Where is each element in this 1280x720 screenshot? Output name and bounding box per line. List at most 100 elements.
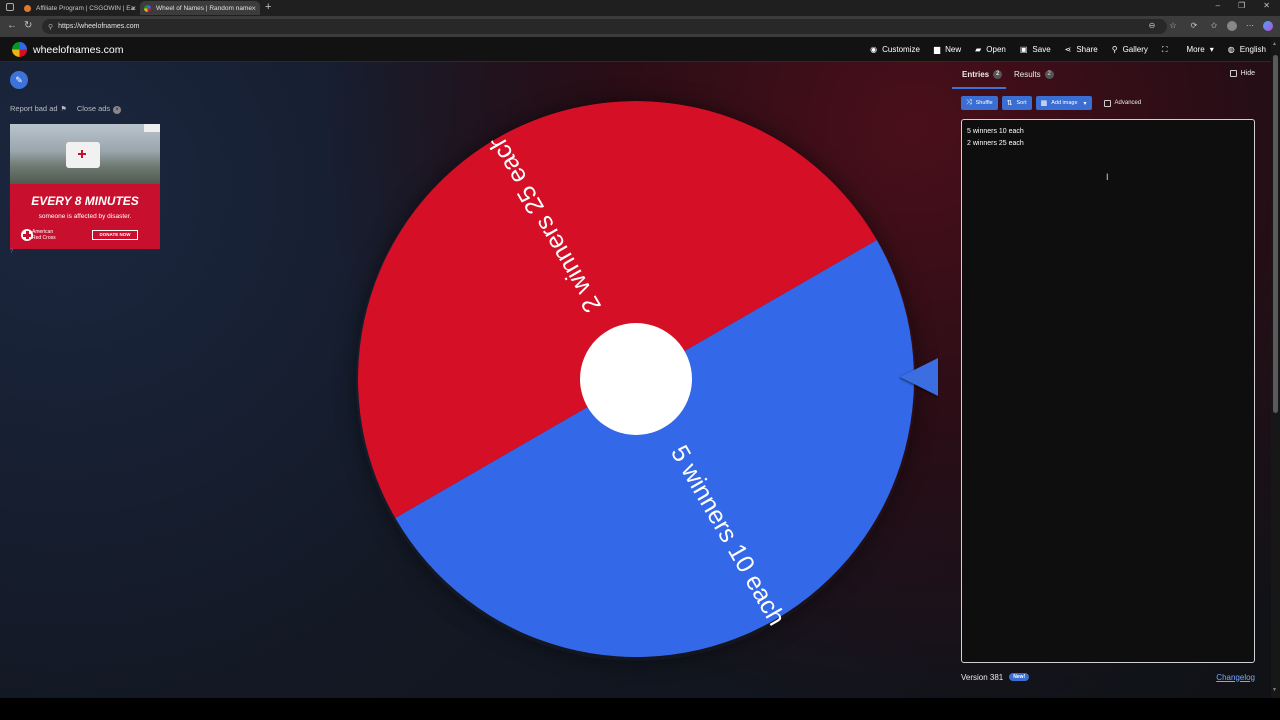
report-bad-ad-link[interactable]: Report bad ad ⚑: [10, 104, 67, 114]
close-tab-icon[interactable]: ×: [131, 4, 136, 13]
bookmark-star-icon[interactable]: ☆: [1168, 21, 1178, 31]
back-icon[interactable]: ←: [7, 20, 17, 31]
fullscreen-button[interactable]: ⛶: [1162, 45, 1173, 55]
url-input[interactable]: ⚲ https://wheelofnames.com: [42, 19, 1167, 34]
menu-dots-icon[interactable]: ⋯: [1245, 21, 1255, 31]
nav-label: Share: [1076, 45, 1098, 54]
sort-button[interactable]: ⇅ Sort: [1001, 96, 1032, 110]
report-label: Report bad ad: [10, 104, 58, 113]
checkbox-icon: [1103, 99, 1111, 107]
nav-label: Open: [986, 45, 1006, 54]
main-area: ✎ Report bad ad ⚑ Close ads × EVERY 8 MINU…: [0, 62, 1271, 698]
wheel-hub[interactable]: [580, 323, 692, 435]
nav-label: English: [1239, 45, 1266, 54]
site-header: wheelofnames.com ◉ Customize ▆ New ▰ Open ▣…: [0, 37, 1280, 62]
tab-title: Affiliate Program | CSGOWIN | Ea: [36, 4, 135, 12]
results-count-badge: 2: [1044, 70, 1054, 79]
new-button[interactable]: ▆ New: [934, 45, 961, 54]
share-button[interactable]: ⋖ Share: [1065, 45, 1098, 54]
new-tab-button[interactable]: +: [265, 1, 271, 13]
folder-icon: ▰: [975, 45, 982, 54]
extensions-icon[interactable]: ⟳: [1189, 21, 1199, 31]
close-window-icon[interactable]: ✕: [1263, 1, 1270, 10]
edit-pencil-button[interactable]: ✎: [10, 71, 28, 89]
language-button[interactable]: ◍ English: [1228, 45, 1266, 54]
donate-now-button[interactable]: DONATE NOW: [92, 230, 138, 240]
page-scrollbar[interactable]: ▲ ▼: [1271, 37, 1280, 698]
wheel-favicon-icon: [144, 4, 151, 12]
address-bar-row: ← ↻ ⚲ https://wheelofnames.com ⊖ ☆ ⟳ ✩ ⋯: [0, 16, 1280, 37]
globe-icon: ◍: [1227, 45, 1235, 54]
gallery-button[interactable]: ⚲ Gallery: [1112, 45, 1148, 54]
sort-icon: ⇅: [1006, 100, 1013, 107]
add-image-label: Add image: [1051, 100, 1078, 106]
new-badge: New!: [1009, 673, 1030, 681]
tab-entries[interactable]: Entries 2: [962, 70, 1003, 79]
scroll-thumb[interactable]: [1273, 55, 1278, 413]
reader-icon[interactable]: ⊖: [1147, 21, 1157, 31]
changelog-link[interactable]: Changelog: [1216, 673, 1255, 682]
site-info-icon[interactable]: ⚲: [48, 23, 53, 31]
copilot-icon[interactable]: [1263, 21, 1273, 31]
shuffle-button[interactable]: ⤨ Shuffle: [961, 96, 998, 110]
favorites-icon[interactable]: ✩: [1209, 21, 1219, 31]
more-button[interactable]: More ▾: [1187, 45, 1214, 54]
site-title[interactable]: wheelofnames.com: [33, 44, 123, 56]
entries-textarea[interactable]: 5 winners 10 each 2 winners 25 each I: [961, 119, 1255, 663]
tab-label: Results: [1014, 70, 1041, 79]
close-ads-link[interactable]: Close ads ×: [77, 104, 122, 114]
entries-count-badge: 2: [993, 70, 1003, 79]
tab-search-icon[interactable]: [6, 3, 14, 11]
search-icon: ⚲: [1111, 45, 1118, 54]
hide-label: Hide: [1240, 70, 1255, 77]
scroll-up-icon[interactable]: ▲: [1272, 41, 1277, 47]
nav-label: More: [1186, 45, 1205, 54]
browser-tab-affiliate[interactable]: Affiliate Program | CSGOWIN | Ea ×: [20, 1, 140, 15]
active-tab-indicator: [952, 87, 1006, 89]
entries-panel: Entries 2 Results 2 Hide ⤨ Shuffle ⇅ Sort …: [952, 62, 1265, 698]
close-icon: ×: [113, 106, 122, 114]
ad-banner[interactable]: EVERY 8 MINUTES someone is affected by d…: [10, 124, 160, 249]
ad-subline: someone is affected by disaster.: [38, 213, 132, 220]
wheel-logo-icon[interactable]: [12, 42, 27, 57]
restore-icon[interactable]: ❐: [1238, 1, 1245, 10]
scroll-down-icon[interactable]: ▼: [1272, 687, 1277, 693]
url-text: https://wheelofnames.com: [58, 23, 140, 30]
ad-headline: EVERY 8 MINUTES: [31, 194, 139, 208]
entry-line: 2 winners 25 each: [967, 140, 1024, 147]
version-label: Version 381: [961, 672, 1004, 682]
wheel-pointer-icon: [900, 358, 938, 396]
share-icon: ⋖: [1064, 45, 1072, 54]
window-controls: – ❐ ✕: [1216, 1, 1270, 10]
panel-tabs: Entries 2 Results 2: [952, 70, 1265, 89]
version-row: Version 381 New! Changelog: [961, 671, 1255, 683]
customize-button[interactable]: ◉ Customize: [870, 45, 920, 54]
chevron-down-icon: ▾: [1083, 100, 1087, 107]
top-nav: ◉ Customize ▆ New ▰ Open ▣ Save ⋖ Share ⚲ Gall…: [856, 37, 1266, 62]
tab-title: Wheel of Names | Random name: [156, 4, 252, 12]
nav-label: Customize: [882, 45, 920, 54]
spin-wheel[interactable]: 5 winners 10 each2 winners 25 each: [356, 101, 916, 661]
save-button[interactable]: ▣ Save: [1020, 45, 1051, 54]
file-icon: ▆: [933, 45, 941, 54]
browser-tab-wheel-of-names[interactable]: Wheel of Names | Random name ×: [140, 1, 260, 15]
profile-avatar[interactable]: [1227, 21, 1237, 31]
flag-icon: ⚑: [60, 106, 67, 113]
taskbar-strip: [0, 698, 1280, 720]
add-image-button[interactable]: ▩ Add image ▾: [1035, 96, 1092, 110]
close-tab-icon[interactable]: ×: [251, 4, 256, 13]
open-button[interactable]: ▰ Open: [975, 45, 1006, 54]
ad-links: Report bad ad ⚑ Close ads ×: [10, 104, 122, 114]
fullscreen-icon: ⛶: [1161, 44, 1168, 54]
tab-results[interactable]: Results 2: [1014, 70, 1054, 79]
reload-icon[interactable]: ↻: [24, 20, 32, 31]
chevron-down-icon: ▾: [1209, 45, 1214, 54]
palette-icon: ◉: [870, 45, 878, 54]
nav-label: New: [945, 45, 962, 54]
hide-checkbox[interactable]: Hide: [1229, 70, 1255, 77]
ad-choices-icon[interactable]: [144, 124, 160, 132]
ad-info-icon[interactable]: ?: [10, 249, 13, 255]
advanced-checkbox[interactable]: Advanced: [1103, 99, 1141, 107]
minimize-icon[interactable]: –: [1216, 1, 1220, 10]
nav-label: Save: [1032, 45, 1051, 54]
